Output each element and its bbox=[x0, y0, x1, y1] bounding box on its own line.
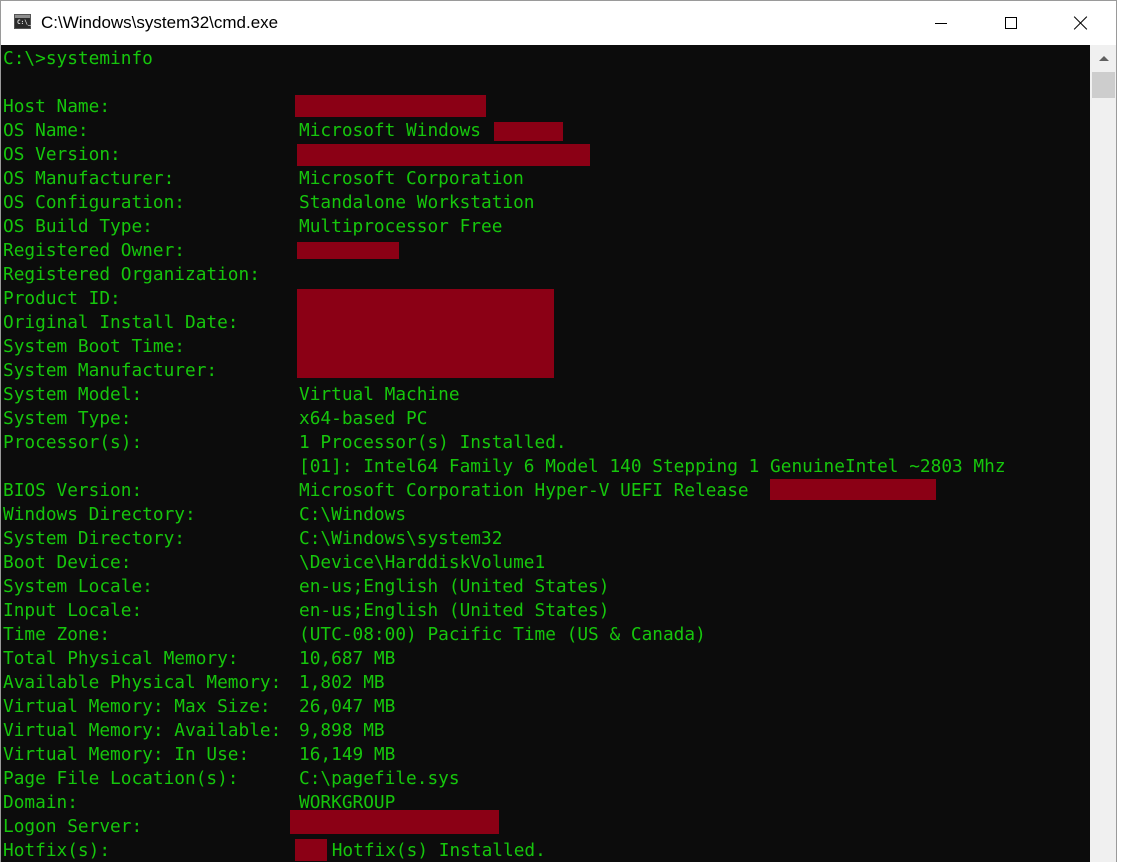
label-system-model: System Model: bbox=[3, 384, 143, 405]
value-processors: 1 Processor(s) Installed. bbox=[299, 432, 567, 453]
label-system-directory: System Directory: bbox=[3, 528, 185, 549]
label-virtual-memory-available: Virtual Memory: Available: bbox=[3, 720, 282, 741]
label-logon-server: Logon Server: bbox=[3, 816, 143, 837]
label-os-version: OS Version: bbox=[3, 144, 121, 165]
label-registered-owner: Registered Owner: bbox=[3, 240, 185, 261]
scroll-thumb[interactable] bbox=[1092, 72, 1115, 98]
value-virtual-memory-available: 9,898 MB bbox=[299, 720, 385, 741]
label-os-manufacturer: OS Manufacturer: bbox=[3, 168, 175, 189]
label-original-install-date: Original Install Date: bbox=[3, 312, 239, 333]
label-host-name: Host Name: bbox=[3, 96, 111, 117]
value-os-name: Microsoft Windows bbox=[299, 120, 481, 141]
value-boot-device: \Device\HarddiskVolume1 bbox=[299, 552, 546, 573]
label-page-file-locations: Page File Location(s): bbox=[3, 768, 239, 789]
close-button[interactable] bbox=[1046, 1, 1116, 45]
redacted-product-install-boot-manufacturer bbox=[297, 289, 554, 378]
label-system-boot-time: System Boot Time: bbox=[3, 336, 185, 357]
value-input-locale: en-us;English (United States) bbox=[299, 600, 610, 621]
value-available-physical-memory: 1,802 MB bbox=[299, 672, 385, 693]
maximize-button[interactable] bbox=[976, 1, 1046, 45]
value-system-locale: en-us;English (United States) bbox=[299, 576, 610, 597]
console-output[interactable]: C:\>systeminfo Host Name: OS Name: Micro… bbox=[1, 45, 1089, 862]
value-system-directory: C:\Windows\system32 bbox=[299, 528, 503, 549]
redacted-registered-owner bbox=[297, 242, 399, 259]
vertical-scrollbar[interactable] bbox=[1090, 45, 1116, 862]
value-hotfixes: Hotfix(s) Installed. bbox=[321, 840, 546, 861]
label-hotfixes: Hotfix(s): bbox=[3, 840, 111, 861]
value-time-zone: (UTC-08:00) Pacific Time (US & Canada) bbox=[299, 624, 706, 645]
redacted-os-version bbox=[297, 144, 590, 166]
title-bar[interactable]: C:\_ C:\Windows\system32\cmd.exe bbox=[1, 1, 1116, 45]
window-title: C:\Windows\system32\cmd.exe bbox=[41, 13, 279, 32]
label-virtual-memory-max: Virtual Memory: Max Size: bbox=[3, 696, 271, 717]
value-page-file-locations: C:\pagefile.sys bbox=[299, 768, 460, 789]
label-available-physical-memory: Available Physical Memory: bbox=[3, 672, 282, 693]
cmd-window: C:\_ C:\Windows\system32\cmd.exe C:\>sys… bbox=[0, 0, 1117, 862]
minimize-button[interactable] bbox=[906, 1, 976, 45]
label-bios-version: BIOS Version: bbox=[3, 480, 143, 501]
value-system-type: x64-based PC bbox=[299, 408, 428, 429]
prompt-line: C:\>systeminfo bbox=[3, 48, 153, 69]
label-total-physical-memory: Total Physical Memory: bbox=[3, 648, 239, 669]
redacted-bios-release bbox=[770, 479, 936, 500]
value-system-model: Virtual Machine bbox=[299, 384, 460, 405]
value-virtual-memory-in-use: 16,149 MB bbox=[299, 744, 396, 765]
label-system-manufacturer: System Manufacturer: bbox=[3, 360, 218, 381]
label-domain: Domain: bbox=[3, 792, 78, 813]
redacted-logon-server bbox=[290, 810, 499, 834]
value-os-manufacturer: Microsoft Corporation bbox=[299, 168, 524, 189]
value-os-configuration: Standalone Workstation bbox=[299, 192, 535, 213]
label-input-locale: Input Locale: bbox=[3, 600, 143, 621]
label-virtual-memory-in-use: Virtual Memory: In Use: bbox=[3, 744, 250, 765]
value-os-build-type: Multiprocessor Free bbox=[299, 216, 503, 237]
value-windows-directory: C:\Windows bbox=[299, 504, 407, 525]
label-os-name: OS Name: bbox=[3, 120, 89, 141]
maximize-icon bbox=[1005, 17, 1017, 29]
redacted-os-edition bbox=[494, 122, 563, 141]
label-boot-device: Boot Device: bbox=[3, 552, 132, 573]
label-os-configuration: OS Configuration: bbox=[3, 192, 185, 213]
value-bios-version: Microsoft Corporation Hyper-V UEFI Relea… bbox=[299, 480, 749, 501]
value-virtual-memory-max: 26,047 MB bbox=[299, 696, 396, 717]
value-total-physical-memory: 10,687 MB bbox=[299, 648, 396, 669]
label-windows-directory: Windows Directory: bbox=[3, 504, 196, 525]
label-time-zone: Time Zone: bbox=[3, 624, 111, 645]
redacted-host-name bbox=[295, 95, 486, 117]
value-processor-detail: [01]: Intel64 Family 6 Model 140 Steppin… bbox=[299, 456, 1006, 477]
label-system-type: System Type: bbox=[3, 408, 132, 429]
label-system-locale: System Locale: bbox=[3, 576, 153, 597]
close-icon bbox=[1073, 15, 1089, 31]
scroll-up-button[interactable] bbox=[1090, 45, 1116, 71]
arrow-up-icon bbox=[1098, 55, 1109, 61]
cmd-icon[interactable]: C:\_ bbox=[14, 14, 31, 29]
label-processors: Processor(s): bbox=[3, 432, 143, 453]
label-registered-organization: Registered Organization: bbox=[3, 264, 260, 285]
minimize-icon bbox=[935, 22, 947, 24]
label-product-id: Product ID: bbox=[3, 288, 121, 309]
label-os-build-type: OS Build Type: bbox=[3, 216, 153, 237]
